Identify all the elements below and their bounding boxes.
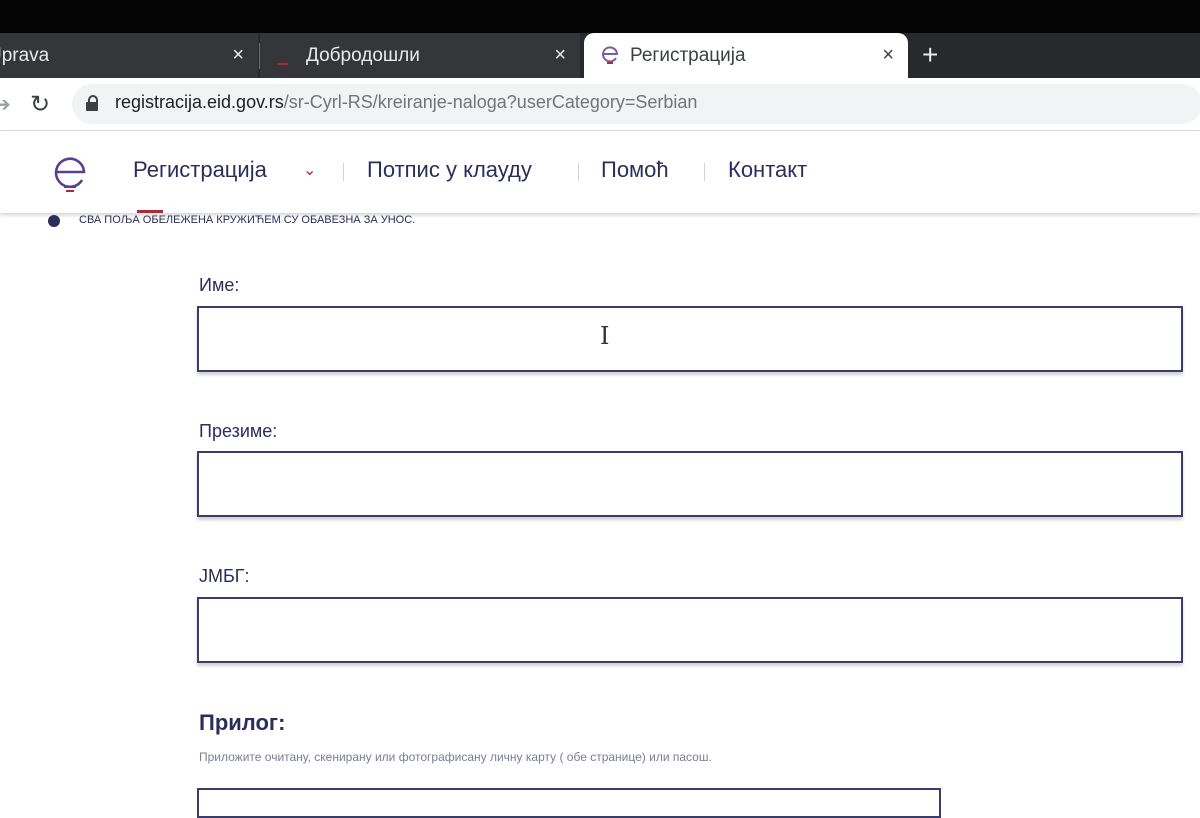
browser-tab-uprava[interactable]: Uprava ×	[0, 33, 258, 78]
required-marker-icon	[48, 215, 60, 227]
nav-item-potpis-u-klaudu[interactable]: Потпис у клауду	[367, 157, 532, 183]
url-host: registracija.eid.gov.rs	[115, 92, 284, 112]
nav-item-registracija[interactable]: Регистрација	[133, 157, 267, 183]
required-fields-note: СВА ПОЉА ОБЕЛЕЖЕНА КРУЖИЋЕМ СУ ОБАВЕЗНА …	[79, 214, 416, 226]
active-nav-indicator	[137, 210, 163, 213]
jmbg-input[interactable]	[197, 597, 1183, 663]
attachment-hint: Приложите очитану, скенирану или фотогра…	[199, 750, 712, 764]
attachment-upload-field[interactable]	[197, 788, 941, 818]
last-name-label: Презиме:	[199, 421, 278, 441]
eid-logo-icon[interactable]	[52, 153, 88, 193]
last-name-input[interactable]	[197, 451, 1183, 517]
lock-icon[interactable]	[86, 95, 98, 111]
browser-tab-dobrodosli[interactable]: Добродошли ×	[260, 33, 580, 78]
reload-icon[interactable]: ↻	[30, 90, 50, 119]
browser-tabstrip: Uprava × Добродошли × Регистрација × +	[0, 33, 1200, 78]
window-top-bar	[0, 0, 1200, 33]
new-tab-button[interactable]: +	[922, 40, 938, 70]
url-path: /sr-Cyrl-RS/kreiranje-naloga?userCategor…	[283, 92, 698, 112]
nav-divider	[343, 163, 344, 181]
close-icon[interactable]: ×	[554, 44, 566, 66]
tab-title: Uprava	[0, 44, 50, 66]
first-name-label: Име:	[199, 275, 240, 295]
browser-toolbar: ➔ ↻ registracija.eid.gov.rs/sr-Cyrl-RS/k…	[0, 78, 1200, 131]
close-icon[interactable]: ×	[882, 44, 894, 66]
close-icon[interactable]: ×	[232, 44, 244, 66]
eid-favicon-icon	[602, 46, 619, 64]
nav-item-pomoc[interactable]: Помоћ	[601, 157, 669, 183]
text-cursor-icon: I	[600, 322, 610, 350]
url-text[interactable]: registracija.eid.gov.rs/sr-Cyrl-RS/kreir…	[115, 92, 697, 113]
chevron-down-icon[interactable]: ⌄	[303, 160, 316, 180]
nav-divider	[704, 163, 705, 181]
first-name-input[interactable]	[197, 306, 1183, 372]
attachment-title: Прилог:	[199, 710, 286, 735]
site-header: Регистрација ⌄ Потпис у клауду Помоћ Кон…	[0, 131, 1200, 213]
favicon-icon	[278, 49, 288, 65]
nav-divider	[578, 163, 579, 181]
forward-arrow-icon[interactable]: ➔	[0, 92, 11, 117]
jmbg-label: ЈМБГ:	[199, 566, 250, 586]
browser-tab-registracija[interactable]: Регистрација ×	[584, 33, 908, 78]
nav-item-kontakt[interactable]: Контакт	[728, 157, 807, 183]
